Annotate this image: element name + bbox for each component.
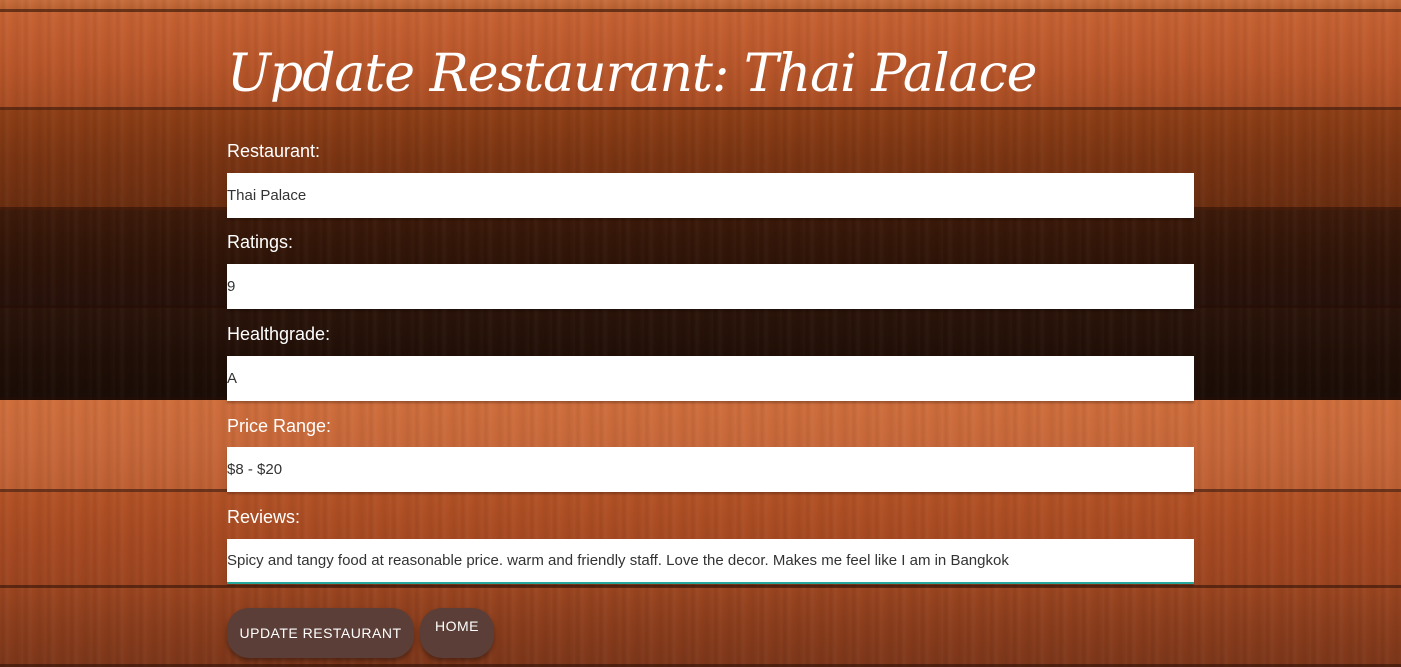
ratings-label: Ratings: (227, 232, 294, 252)
price-range-input[interactable] (227, 447, 1194, 492)
restaurant-label: Restaurant: (227, 141, 321, 161)
page-title: Update Restaurant: Thai Palace (227, 44, 1037, 104)
reviews-input[interactable] (227, 539, 1194, 584)
price-range-label: Price Range: (227, 416, 332, 436)
healthgrade-label: Healthgrade: (227, 324, 331, 344)
update-restaurant-button[interactable]: Update Restaurant (227, 608, 414, 658)
restaurant-input[interactable] (227, 173, 1194, 218)
wood-plank (0, 0, 1401, 12)
wood-plank (0, 588, 1401, 667)
home-button[interactable]: Home (420, 608, 494, 658)
healthgrade-input[interactable] (227, 356, 1194, 401)
ratings-input[interactable] (227, 264, 1194, 309)
reviews-label: Reviews: (227, 507, 301, 527)
